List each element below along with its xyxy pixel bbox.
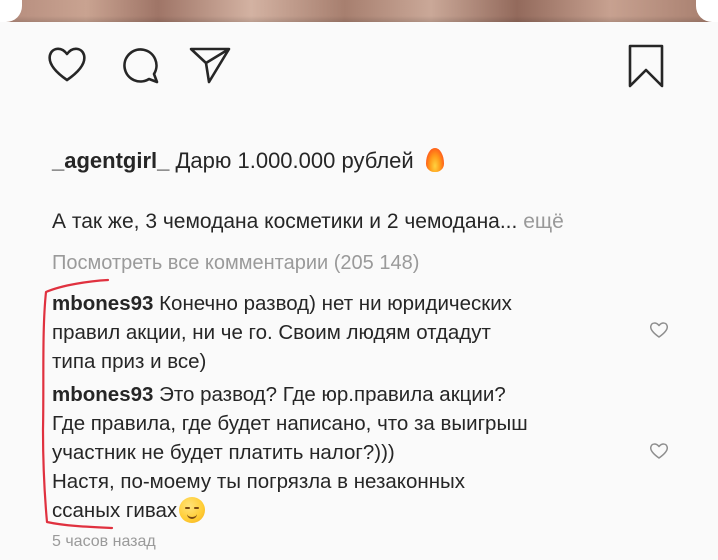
- comment-icon[interactable]: [120, 44, 162, 86]
- view-all-comments-link[interactable]: Посмотреть все комментарии (205 148): [52, 252, 419, 275]
- comment: mbones93 Это развод? Где юр.правила акци…: [52, 380, 632, 525]
- comment-line: ссаных гивах: [52, 496, 632, 525]
- comment-text: Это развод? Где юр.правила акции?: [159, 383, 506, 406]
- comment-text: участник не будет платить налог?))): [52, 441, 395, 464]
- post-timestamp: 5 часов назад: [52, 533, 156, 550]
- comment-text: правил акции, ни че го. Своим людям отда…: [52, 321, 491, 344]
- bookmark-icon[interactable]: [626, 43, 666, 89]
- caption-more-link[interactable]: ещё: [523, 210, 564, 233]
- caption-username[interactable]: _agentgirl_: [52, 148, 169, 173]
- comment-text: Конечно развод) нет ни юридических: [159, 292, 512, 315]
- comment-text: типа приз и все): [52, 350, 207, 373]
- caption-text: Дарю 1.000.000 рублей: [175, 148, 414, 173]
- caption-continuation-text: А так же, 3 чемодана косметики и 2 чемод…: [52, 210, 518, 233]
- comment-line: mbones93 Конечно развод) нет ни юридичес…: [52, 289, 632, 318]
- fire-emoji-icon: [425, 148, 444, 172]
- share-icon[interactable]: [188, 44, 232, 86]
- comment: mbones93 Конечно развод) нет ни юридичес…: [52, 289, 632, 376]
- caption: _agentgirl_ Дарю 1.000.000 рублей: [52, 148, 444, 174]
- comment-author[interactable]: mbones93: [52, 292, 153, 315]
- smirk-emoji-icon: [179, 497, 206, 523]
- comment-author[interactable]: mbones93: [52, 383, 153, 406]
- comment-text: Настя, по-моему ты погрязла в незаконных: [52, 470, 466, 493]
- comment-like-heart-icon[interactable]: [649, 442, 669, 465]
- comment-like-heart-icon[interactable]: [649, 321, 669, 344]
- comment-text: ссаных гивах: [52, 499, 178, 522]
- heart-icon[interactable]: [46, 44, 88, 84]
- post-image-bottom[interactable]: [0, 0, 718, 22]
- comment-line: mbones93 Это развод? Где юр.правила акци…: [52, 380, 632, 409]
- comment-text: Где правила, где будет написано, что за …: [52, 412, 528, 435]
- caption-continuation: А так же, 3 чемодана косметики и 2 чемод…: [52, 210, 564, 234]
